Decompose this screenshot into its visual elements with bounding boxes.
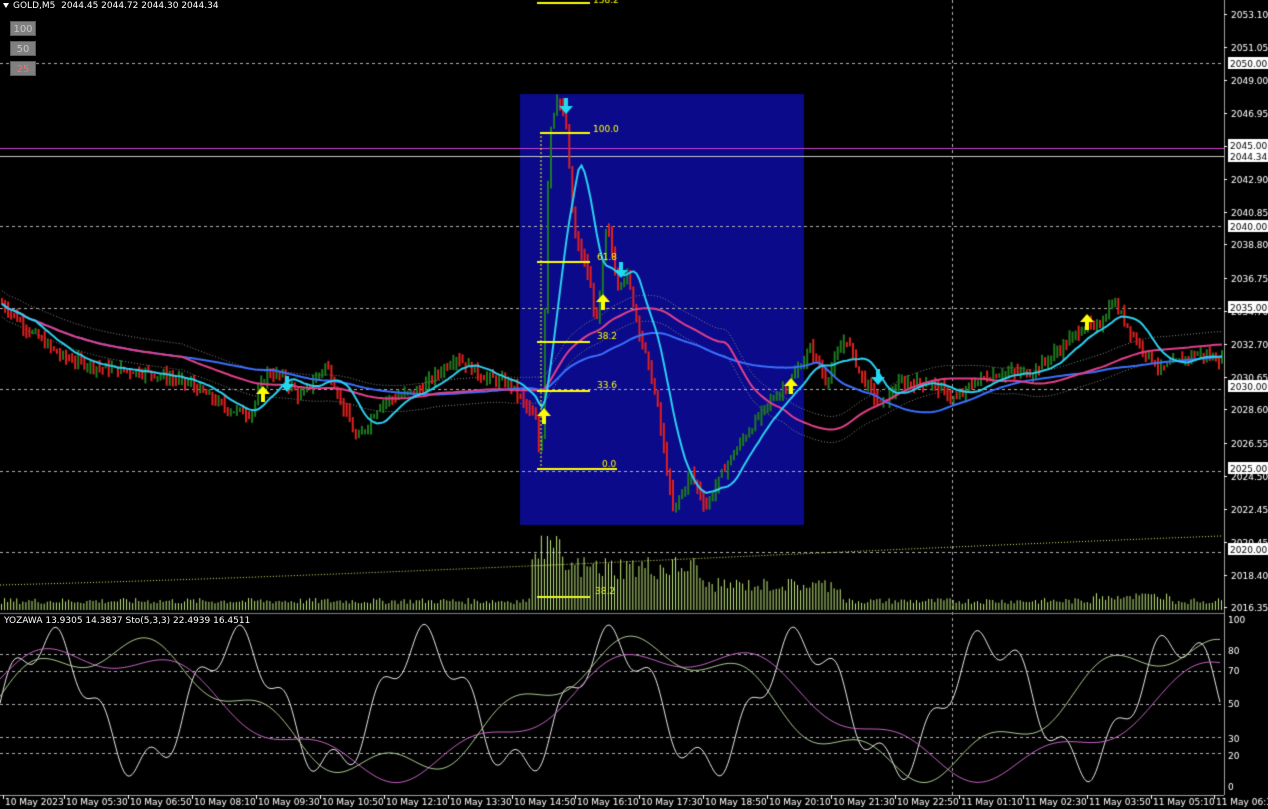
dropdown-triangle-icon[interactable] [3, 3, 9, 8]
chart-header: GOLD,M5 2044.45 2044.72 2044.30 2044.34 [3, 0, 219, 12]
quote-values: 2044.45 2044.72 2044.30 2044.34 [61, 1, 219, 11]
zoom-50-button[interactable]: 50 [10, 41, 36, 56]
zoom-25-button[interactable]: 25 [10, 61, 36, 76]
subwindow-title: YOZAWA 13.9305 14.3837 Sto(5,3,3) 22.493… [4, 616, 251, 626]
symbol-label: GOLD,M5 [13, 1, 56, 11]
zoom-100-button[interactable]: 100 [10, 21, 36, 36]
price-chart-canvas[interactable] [0, 0, 1268, 809]
